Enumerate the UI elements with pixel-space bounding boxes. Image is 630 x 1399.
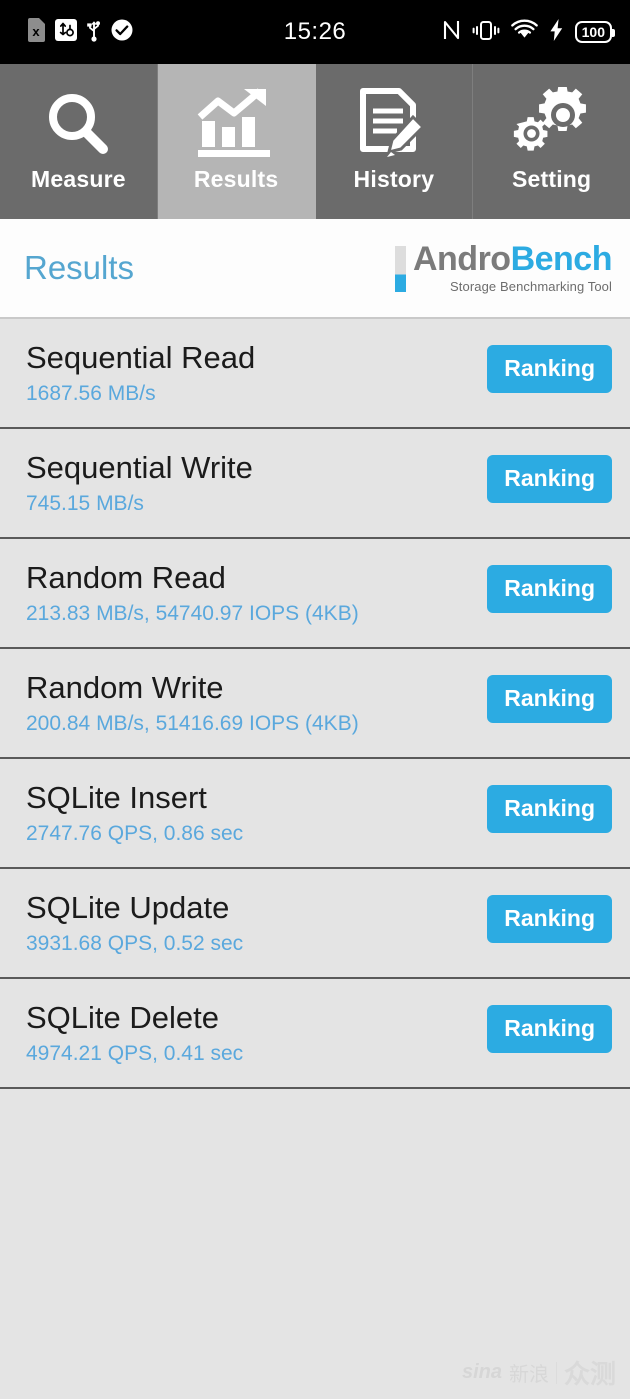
battery-level-label: 100 (581, 24, 605, 40)
result-value: 745.15 MB/s (26, 491, 144, 515)
status-bar: x 15:26 100 (0, 0, 630, 64)
ranking-button[interactable]: Ranking (487, 455, 612, 503)
watermark-divider (555, 1361, 557, 1384)
wifi-icon (510, 19, 538, 46)
tab-setting[interactable]: Setting (473, 64, 630, 219)
charging-bolt-icon (549, 18, 564, 47)
result-value: 200.84 MB/s, 51416.69 IOPS (4KB) (26, 711, 359, 735)
result-value: 213.83 MB/s, 54740.97 IOPS (4KB) (26, 601, 359, 625)
result-info: Sequential Read 1687.56 MB/s (26, 340, 256, 406)
tab-history-label: History (353, 166, 435, 192)
watermark-sina-cn: 新浪 (508, 1364, 549, 1386)
page-header: Results AndroBench Storage Benchmarking … (0, 219, 630, 319)
result-info: Random Write 200.84 MB/s, 51416.69 IOPS … (26, 670, 359, 736)
table-row[interactable]: SQLite Insert 2747.76 QPS, 0.86 sec Rank… (0, 759, 630, 869)
watermark-section-cn: 众测 (563, 1359, 616, 1389)
result-info: Sequential Write 745.15 MB/s (26, 450, 253, 516)
result-title: SQLite Delete (26, 1000, 219, 1035)
results-list: Sequential Read 1687.56 MB/s Ranking Seq… (0, 319, 630, 1089)
result-title: Sequential Write (26, 450, 253, 485)
ranking-button[interactable]: Ranking (487, 675, 612, 723)
result-title: SQLite Insert (26, 780, 207, 815)
battery-icon: 100 (574, 21, 616, 43)
status-bar-right-icons: 100 (442, 0, 616, 64)
tab-results[interactable]: Results (157, 64, 316, 219)
result-title: SQLite Update (26, 890, 230, 925)
logo-text: AndroBench Storage Benchmarking Tool (412, 240, 613, 294)
logo-wordmark: AndroBench (412, 240, 613, 278)
result-value: 2747.76 QPS, 0.86 sec (26, 821, 244, 845)
logo-subtitle: Storage Benchmarking Tool (450, 279, 612, 294)
androbench-logo: AndroBench Storage Benchmarking Tool (394, 240, 613, 294)
logo-word-bench: Bench (510, 240, 613, 278)
gears-icon (511, 86, 593, 164)
result-value: 3931.68 QPS, 0.52 sec (26, 931, 244, 955)
vibrate-icon (472, 18, 500, 47)
result-info: SQLite Insert 2747.76 QPS, 0.86 sec (26, 780, 244, 846)
empty-area: sina 新浪 众测 (0, 1089, 630, 1399)
result-title: Random Read (26, 560, 226, 595)
watermark: sina 新浪 众测 (462, 1354, 616, 1391)
logo-word-andro: Andro (412, 240, 511, 278)
app-root: x 15:26 100 Measure Results History Sett… (0, 0, 630, 1399)
bar-chart-arrow-icon (196, 86, 276, 164)
ranking-button[interactable]: Ranking (487, 345, 612, 393)
tab-measure[interactable]: Measure (0, 64, 158, 219)
tab-measure-label: Measure (31, 166, 126, 192)
watermark-sina-latin: sina (461, 1361, 502, 1383)
ranking-button[interactable]: Ranking (487, 1005, 612, 1053)
logo-bar-icon (394, 246, 406, 292)
table-row[interactable]: Random Write 200.84 MB/s, 51416.69 IOPS … (0, 649, 630, 759)
tab-history[interactable]: History (315, 64, 474, 219)
page-title: Results (24, 249, 135, 286)
table-row[interactable]: SQLite Delete 4974.21 QPS, 0.41 sec Rank… (0, 979, 630, 1089)
tab-bar: Measure Results History Setting (0, 64, 630, 219)
result-info: SQLite Delete 4974.21 QPS, 0.41 sec (26, 1000, 244, 1066)
nfc-icon (442, 18, 461, 47)
result-info: SQLite Update 3931.68 QPS, 0.52 sec (26, 890, 244, 956)
ranking-button[interactable]: Ranking (487, 895, 612, 943)
magnifier-icon (40, 86, 116, 164)
tab-results-label: Results (193, 166, 279, 192)
table-row[interactable]: Sequential Write 745.15 MB/s Ranking (0, 429, 630, 539)
result-value: 4974.21 QPS, 0.41 sec (26, 1041, 244, 1065)
result-title: Random Write (26, 670, 224, 705)
ranking-button[interactable]: Ranking (487, 565, 612, 613)
table-row[interactable]: SQLite Update 3931.68 QPS, 0.52 sec Rank… (0, 869, 630, 979)
tab-setting-label: Setting (511, 166, 592, 192)
result-title: Sequential Read (26, 340, 256, 375)
result-info: Random Read 213.83 MB/s, 54740.97 IOPS (… (26, 560, 359, 626)
result-value: 1687.56 MB/s (26, 381, 156, 405)
document-pencil-icon (355, 86, 433, 164)
table-row[interactable]: Sequential Read 1687.56 MB/s Ranking (0, 319, 630, 429)
table-row[interactable]: Random Read 213.83 MB/s, 54740.97 IOPS (… (0, 539, 630, 649)
ranking-button[interactable]: Ranking (487, 785, 612, 833)
